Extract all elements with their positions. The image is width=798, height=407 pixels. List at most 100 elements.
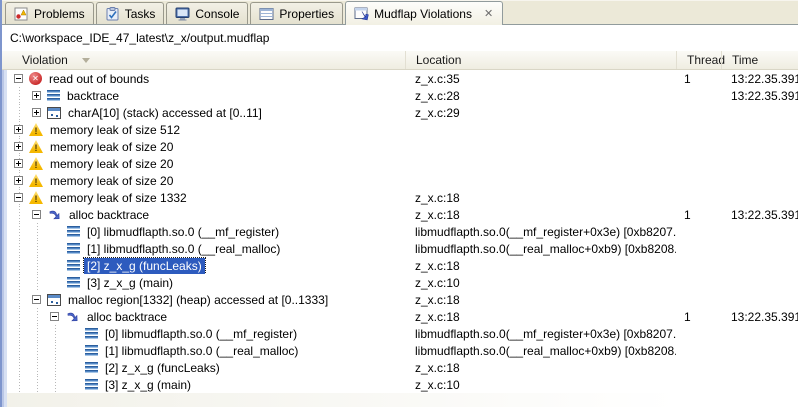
tree-row[interactable]: malloc region[1332] (heap) accessed at [… xyxy=(2,291,798,308)
violation-label[interactable]: charA[10] (stack) accessed at [0..11] xyxy=(65,105,265,121)
table-header: Violation Location Thread Time xyxy=(2,51,798,70)
collapse-expander[interactable] xyxy=(32,210,41,219)
tab-tasks[interactable]: Tasks xyxy=(96,2,165,24)
expand-expander[interactable] xyxy=(32,108,41,117)
column-header-violation[interactable]: Violation xyxy=(2,51,405,69)
violation-label[interactable]: alloc backtrace xyxy=(66,207,152,223)
violation-label[interactable]: read out of bounds xyxy=(46,71,152,87)
thread-cell xyxy=(676,104,721,121)
tasks-icon xyxy=(105,7,120,21)
thread-cell: 1 xyxy=(676,308,721,325)
violation-label[interactable]: alloc backtrace xyxy=(84,309,170,325)
thread-cell: 1 xyxy=(676,70,721,87)
tree-row[interactable]: [0] libmudflapth.so.0 (__mf_register) li… xyxy=(2,325,798,342)
tree-row[interactable]: memory leak of size 20 xyxy=(2,138,798,155)
violation-label[interactable]: [1] libmudflapth.so.0 (__real_malloc) xyxy=(84,241,283,257)
location-cell: z_x.c:28 xyxy=(405,87,676,104)
violation-label[interactable]: memory leak of size 20 xyxy=(47,156,176,172)
tree-row[interactable]: [3] z_x_g (main) z_x.c:10 xyxy=(2,274,798,291)
problems-icon xyxy=(14,7,29,21)
violation-label[interactable]: memory leak of size 1332 xyxy=(47,190,190,206)
expand-expander[interactable] xyxy=(14,142,23,151)
expand-expander[interactable] xyxy=(14,159,23,168)
time-cell xyxy=(721,359,798,376)
column-header-time[interactable]: Time xyxy=(721,51,798,69)
location-cell xyxy=(405,138,676,155)
tree-row[interactable]: alloc backtrace z_x.c:18 1 13:22.35.391 xyxy=(2,308,798,325)
tree-row[interactable]: memory leak of size 20 xyxy=(2,172,798,189)
expand-expander[interactable] xyxy=(14,125,23,134)
violation-label[interactable]: [0] libmudflapth.so.0 (__mf_register) xyxy=(102,326,300,342)
view-tab-bar: Problems Tasks Console Properties Mudfla… xyxy=(2,0,798,25)
tree-row[interactable]: [3] z_x_g (main) z_x.c:10 xyxy=(2,376,798,393)
thread-cell xyxy=(676,121,721,138)
tab-properties[interactable]: Properties xyxy=(250,2,343,24)
violation-label[interactable]: [1] libmudflapth.so.0 (__real_malloc) xyxy=(102,343,301,359)
violation-label[interactable]: [2] z_x_g (funcLeaks) xyxy=(84,258,205,274)
tree-row[interactable]: [1] libmudflapth.so.0 (__real_malloc) li… xyxy=(2,342,798,359)
tree-row[interactable]: memory leak of size 1332 z_x.c:18 xyxy=(2,189,798,206)
time-cell xyxy=(721,274,798,291)
violation-label[interactable]: backtrace xyxy=(64,88,122,104)
warning-icon xyxy=(29,157,43,170)
thread-cell xyxy=(676,274,721,291)
violation-label[interactable]: memory leak of size 20 xyxy=(47,139,176,155)
thread-cell xyxy=(676,240,721,257)
bottom-filler xyxy=(2,393,798,407)
tree-row-selected[interactable]: [2] z_x_g (funcLeaks) z_x.c:18 xyxy=(2,257,798,274)
time-cell xyxy=(721,291,798,308)
tree-row[interactable]: memory leak of size 512 xyxy=(2,121,798,138)
time-cell xyxy=(721,376,798,393)
tab-mudflap-violations[interactable]: Mudflap Violations ✕ xyxy=(345,1,503,25)
properties-icon xyxy=(259,7,274,21)
tree-row[interactable]: [1] libmudflapth.so.0 (__real_malloc) li… xyxy=(2,240,798,257)
expand-expander[interactable] xyxy=(32,91,41,100)
stack-frame-icon xyxy=(67,226,80,238)
violation-label[interactable]: [3] z_x_g (main) xyxy=(102,377,194,393)
tree-row[interactable]: backtrace z_x.c:28 13:22.35.391 xyxy=(2,87,798,104)
close-icon[interactable]: ✕ xyxy=(483,7,494,20)
alloc-backtrace-icon xyxy=(65,310,80,323)
collapse-expander[interactable] xyxy=(14,193,23,202)
location-cell: z_x.c:10 xyxy=(405,274,676,291)
tree-row[interactable]: [2] z_x_g (funcLeaks) z_x.c:18 xyxy=(2,359,798,376)
location-cell: libmudflapth.so.0(__real_malloc+0xb9) [0… xyxy=(405,240,676,257)
tab-console[interactable]: Console xyxy=(166,2,248,24)
violation-label[interactable]: memory leak of size 20 xyxy=(47,173,176,189)
column-header-location[interactable]: Location xyxy=(405,51,676,69)
violation-label[interactable]: [0] libmudflapth.so.0 (__mf_register) xyxy=(84,224,282,240)
thread-cell xyxy=(676,189,721,206)
thread-cell xyxy=(676,342,721,359)
tree-row[interactable]: charA[10] (stack) accessed at [0..11] z_… xyxy=(2,104,798,121)
backtrace-icon xyxy=(47,90,60,102)
collapse-expander[interactable] xyxy=(50,312,59,321)
column-header-thread[interactable]: Thread xyxy=(676,51,721,69)
location-cell: z_x.c:18 xyxy=(405,189,676,206)
violation-label[interactable]: [2] z_x_g (funcLeaks) xyxy=(102,360,223,376)
location-cell: z_x.c:35 xyxy=(405,70,676,87)
thread-cell: 1 xyxy=(676,206,721,223)
time-cell xyxy=(721,189,798,206)
stack-frame-icon xyxy=(67,277,80,289)
tree-row[interactable]: [0] libmudflapth.so.0 (__mf_register) li… xyxy=(2,223,798,240)
stack-frame-icon xyxy=(85,328,98,340)
violations-tree: read out of bounds z_x.c:35 1 13:22.35.3… xyxy=(2,70,798,407)
tab-problems[interactable]: Problems xyxy=(5,2,94,24)
violation-label[interactable]: [3] z_x_g (main) xyxy=(84,275,176,291)
expand-expander[interactable] xyxy=(14,176,23,185)
alloc-backtrace-icon xyxy=(47,208,62,221)
collapse-expander[interactable] xyxy=(14,74,23,83)
time-cell: 13:22.35.391 xyxy=(721,308,798,325)
warning-icon xyxy=(29,123,43,136)
tree-row[interactable]: alloc backtrace z_x.c:18 1 13:22.35.391 xyxy=(2,206,798,223)
warning-icon xyxy=(29,174,43,187)
collapse-expander[interactable] xyxy=(32,295,41,304)
violation-label[interactable]: memory leak of size 512 xyxy=(47,122,183,138)
location-cell xyxy=(405,121,676,138)
tree-row[interactable]: memory leak of size 20 xyxy=(2,155,798,172)
violation-label[interactable]: malloc region[1332] (heap) accessed at [… xyxy=(65,292,331,308)
time-cell: 13:22.35.391 xyxy=(721,70,798,87)
column-label: Violation xyxy=(22,53,68,67)
tree-row[interactable]: read out of bounds z_x.c:35 1 13:22.35.3… xyxy=(2,70,798,87)
location-cell: libmudflapth.so.0(__mf_register+0x3e) [0… xyxy=(405,223,676,240)
